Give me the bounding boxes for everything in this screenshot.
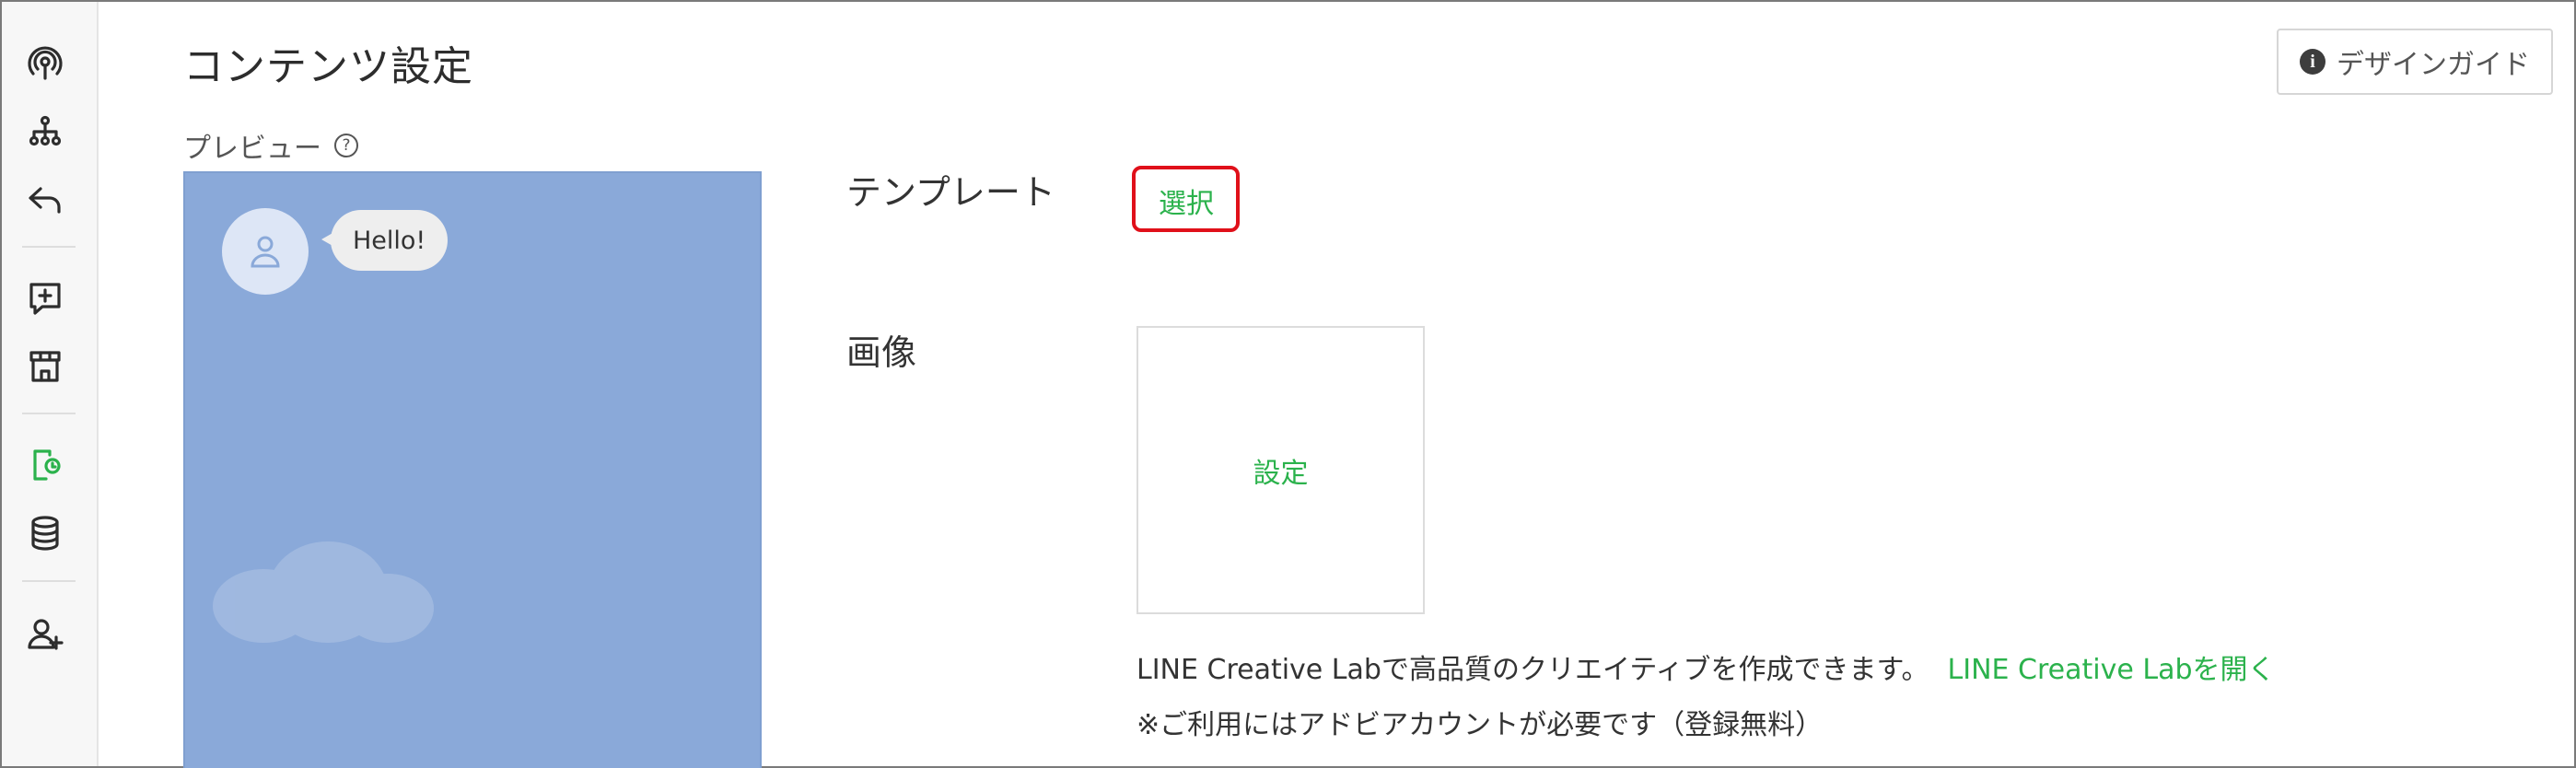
info-icon: i <box>2300 49 2325 75</box>
database-icon[interactable] <box>24 512 66 554</box>
template-label: テンプレート <box>846 172 1055 213</box>
creative-lab-description: LINE Creative Labで高品質のクリエイティブを作成できます。 <box>1136 654 1929 686</box>
cloud-decoration <box>204 523 443 652</box>
adobe-account-note: ※ご利用にはアドビアカウントが必要です（登録無料） <box>1136 709 1824 741</box>
design-guide-button[interactable]: i デザインガイド <box>2277 29 2553 95</box>
preview-pane: Hello! <box>183 171 762 768</box>
rich-menu-icon[interactable] <box>24 444 66 486</box>
help-icon[interactable]: ? <box>334 134 358 157</box>
sidebar-divider <box>22 246 76 248</box>
avatar <box>222 208 309 295</box>
broadcast-icon[interactable] <box>24 42 66 85</box>
preview-label-row: プレビュー ? <box>183 125 358 166</box>
template-select-link[interactable]: 選択 <box>1159 180 1214 221</box>
add-friend-icon[interactable] <box>24 613 66 656</box>
image-set-label: 設定 <box>1253 457 1309 490</box>
sidebar-divider <box>22 580 76 582</box>
sidebar <box>2 2 99 766</box>
shop-icon[interactable] <box>24 345 66 388</box>
add-message-icon[interactable] <box>24 277 66 320</box>
creative-lab-text: LINE Creative Labで高品質のクリエイティブを作成できます。 LIN… <box>1136 646 2276 687</box>
design-guide-label: デザインガイド <box>2337 49 2530 81</box>
preview-label: プレビュー <box>183 133 321 165</box>
image-set-button[interactable]: 設定 <box>1136 326 1425 614</box>
chat-bubble: Hello! <box>321 210 449 271</box>
reply-icon[interactable] <box>24 179 66 221</box>
page-title: コンテンツ設定 <box>183 43 473 90</box>
sidebar-divider <box>22 413 76 414</box>
creative-lab-link[interactable]: LINE Creative Labを開く <box>1948 654 2276 686</box>
user-icon <box>251 236 280 268</box>
sitemap-icon[interactable] <box>24 111 66 153</box>
image-label: 画像 <box>846 332 917 373</box>
chat-bubble-text: Hello! <box>353 226 426 255</box>
